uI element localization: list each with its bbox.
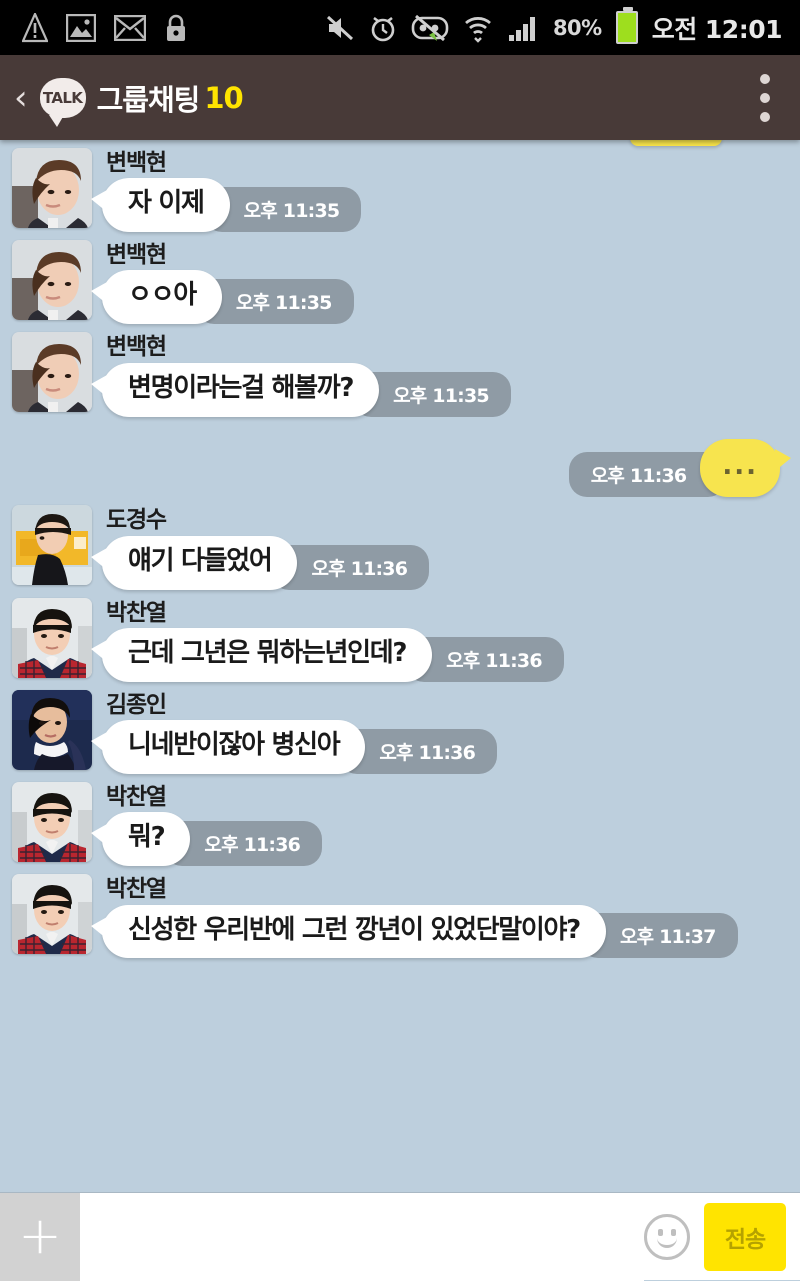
status-bar: 80% 오전 12:01 xyxy=(0,0,800,55)
lock-icon xyxy=(164,13,188,43)
incoming-message-bubble[interactable]: 니네반이잖아 병신아 xyxy=(102,720,365,774)
menu-dot xyxy=(760,74,770,84)
message-bubble-line: 신성한 우리반에 그런 깡년이 있었단말이야?오후 11:37 xyxy=(102,905,738,959)
incoming-message-bubble[interactable]: 자 이제 xyxy=(102,178,230,232)
message-column: 변백현ㅇㅇ아오후 11:35 xyxy=(102,240,354,324)
title-bar: ‹ TALK 그룹채팅 10 xyxy=(0,55,800,140)
message-column: 박찬열근데 그년은 뭐하는년인데?오후 11:36 xyxy=(102,598,564,682)
message-bubble-line: 근데 그년은 뭐하는년인데?오후 11:36 xyxy=(102,628,564,682)
outgoing-message-bubble[interactable]: ... xyxy=(700,439,780,498)
kakaotalk-logo-text: TALK xyxy=(43,89,82,107)
chat-message-row: 변백현ㅇㅇ아오후 11:35 xyxy=(0,232,800,324)
message-bubble-line: 얘기 다들었어오후 11:36 xyxy=(102,536,429,590)
avatar[interactable] xyxy=(12,505,92,585)
message-column: 김종인니네반이잖아 병신아오후 11:36 xyxy=(102,690,497,774)
message-sender-name: 변백현 xyxy=(106,243,354,268)
mail-icon xyxy=(114,15,146,41)
chat-message-list[interactable]: 변백현자 이제오후 11:35 변백현ㅇㅇ아오후 11:35 변백현변명이라는걸… xyxy=(0,140,800,1190)
battery-percent: 80% xyxy=(553,16,602,40)
message-sender-name: 박찬열 xyxy=(106,877,738,902)
incoming-message-bubble[interactable]: 근데 그년은 뭐하는년인데? xyxy=(102,628,432,682)
emoji-mouth xyxy=(657,1238,677,1248)
incoming-message-bubble[interactable]: 신성한 우리반에 그런 깡년이 있었단말이야? xyxy=(102,905,606,959)
message-bubble-line: ㅇㅇ아오후 11:35 xyxy=(102,270,354,324)
incoming-message-bubble[interactable]: 뭐? xyxy=(102,812,190,866)
wifi-icon xyxy=(463,13,493,43)
emoji-eye-left xyxy=(658,1229,663,1236)
overflow-menu-icon[interactable] xyxy=(760,74,800,122)
page-title: 그룹채팅 xyxy=(97,77,200,119)
battery-icon xyxy=(616,11,638,44)
message-column: 변백현변명이라는걸 해볼까?오후 11:35 xyxy=(102,332,511,416)
message-column: 도경수얘기 다들었어오후 11:36 xyxy=(102,505,429,589)
avatar[interactable] xyxy=(12,332,92,412)
image-icon xyxy=(66,14,96,42)
message-sender-name: 변백현 xyxy=(106,335,511,360)
attach-button[interactable]: + xyxy=(0,1193,80,1281)
message-sender-name: 박찬열 xyxy=(106,601,564,626)
alarm-icon xyxy=(369,13,397,43)
avatar[interactable] xyxy=(12,690,92,770)
incoming-message-bubble[interactable]: 변명이라는걸 해볼까? xyxy=(102,363,379,417)
message-input[interactable] xyxy=(80,1193,644,1281)
message-bubble-line: 오후 11:36... xyxy=(569,439,780,498)
avatar[interactable] xyxy=(12,874,92,954)
warning-icon xyxy=(22,13,48,43)
emoji-icon[interactable] xyxy=(644,1214,690,1260)
avatar[interactable] xyxy=(12,240,92,320)
avatar[interactable] xyxy=(12,148,92,228)
message-column: 변백현자 이제오후 11:35 xyxy=(102,148,361,232)
message-column: 박찬열신성한 우리반에 그런 깡년이 있었단말이야?오후 11:37 xyxy=(102,874,738,958)
avatar[interactable] xyxy=(12,782,92,862)
chat-message-row: 김종인니네반이잖아 병신아오후 11:36 xyxy=(0,682,800,774)
menu-dot xyxy=(760,112,770,122)
mute-icon xyxy=(325,14,355,42)
chat-message-row: 박찬열뭐?오후 11:36 xyxy=(0,774,800,866)
message-sender-name: 박찬열 xyxy=(106,785,322,810)
message-bubble-line: 자 이제오후 11:35 xyxy=(102,178,361,232)
member-count-badge: 10 xyxy=(204,81,242,115)
status-clock: 오전 12:01 xyxy=(652,10,782,46)
chat-message-row: 변백현변명이라는걸 해볼까?오후 11:35 xyxy=(0,324,800,416)
message-sender-name: 변백현 xyxy=(106,151,361,176)
message-input-bar: + 전송 xyxy=(0,1192,800,1280)
message-sender-name: 도경수 xyxy=(106,508,429,533)
sync-disabled-icon xyxy=(411,13,449,43)
menu-dot xyxy=(760,93,770,103)
status-icons-left xyxy=(0,13,188,43)
kakaotalk-logo-icon: TALK xyxy=(40,78,86,118)
signal-icon xyxy=(507,13,539,43)
chat-message-row: 변백현자 이제오후 11:35 xyxy=(0,140,800,232)
chat-message-row: 오후 11:36... xyxy=(0,417,800,498)
chat-message-row: 박찬열신성한 우리반에 그런 깡년이 있었단말이야?오후 11:37 xyxy=(0,866,800,958)
plus-icon: + xyxy=(18,1218,62,1254)
message-column: 박찬열뭐?오후 11:36 xyxy=(102,782,322,866)
incoming-message-bubble[interactable]: 얘기 다들었어 xyxy=(102,536,297,590)
message-sender-name: 김종인 xyxy=(106,693,497,718)
status-icons-right: 80% 오전 12:01 xyxy=(325,10,800,46)
chat-message-row: 박찬열근데 그년은 뭐하는년인데?오후 11:36 xyxy=(0,590,800,682)
emoji-eye-right xyxy=(671,1229,676,1236)
back-button[interactable]: ‹ xyxy=(0,81,40,115)
incoming-message-bubble[interactable]: ㅇㅇ아 xyxy=(102,270,222,324)
partial-outgoing-bubble xyxy=(630,140,722,146)
avatar[interactable] xyxy=(12,598,92,678)
message-bubble-line: 니네반이잖아 병신아오후 11:36 xyxy=(102,720,497,774)
messages-container: 변백현자 이제오후 11:35 변백현ㅇㅇ아오후 11:35 변백현변명이라는걸… xyxy=(0,140,800,958)
chat-message-row: 도경수얘기 다들었어오후 11:36 xyxy=(0,497,800,589)
message-bubble-line: 뭐?오후 11:36 xyxy=(102,812,322,866)
message-column: 오후 11:36... xyxy=(569,439,780,498)
send-button[interactable]: 전송 xyxy=(704,1203,786,1271)
message-bubble-line: 변명이라는걸 해볼까?오후 11:35 xyxy=(102,363,511,417)
